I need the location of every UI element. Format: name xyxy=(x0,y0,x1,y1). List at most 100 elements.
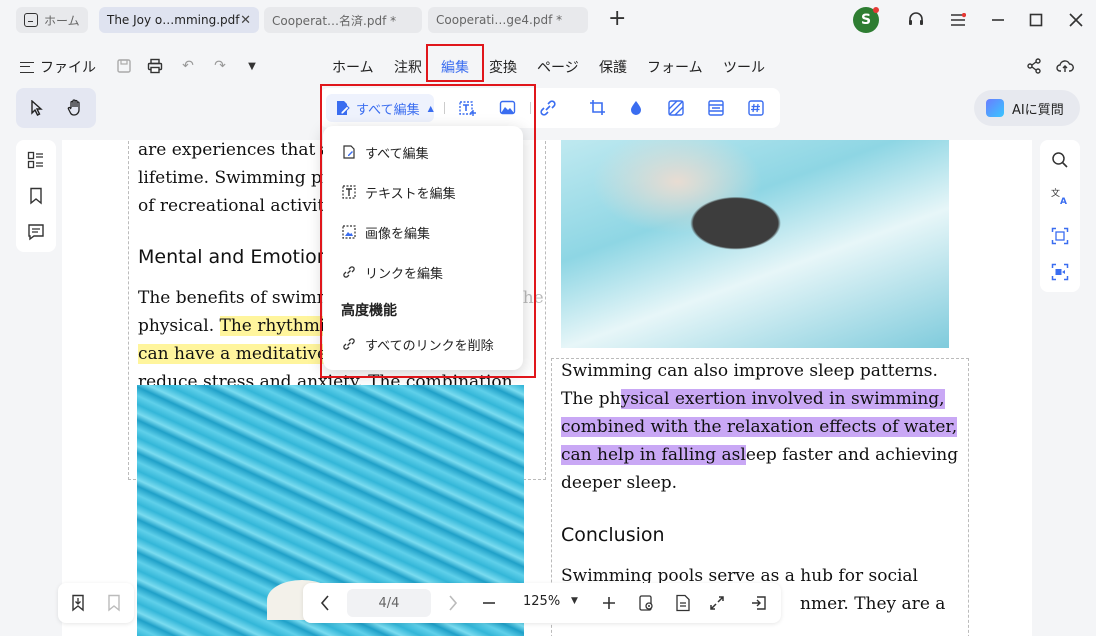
swimmer-image[interactable] xyxy=(561,140,949,348)
bookmark-add-icon[interactable] xyxy=(68,593,88,613)
header-footer-icon[interactable] xyxy=(706,98,726,118)
presentation-icon[interactable] xyxy=(749,593,769,613)
cloud-upload-icon[interactable] xyxy=(1056,57,1074,75)
tab-home[interactable]: ホーム xyxy=(16,7,88,33)
minimize-icon[interactable] xyxy=(986,8,1010,32)
left-para1-line2: lifetime. Swimming pr xyxy=(138,168,331,188)
menu-item-home[interactable]: ホーム xyxy=(332,57,374,77)
left-para2-line2-plain: physical. xyxy=(138,316,220,336)
notification-dot-icon xyxy=(873,7,879,13)
comment-icon[interactable] xyxy=(26,222,46,242)
tab-active-label: The Joy o…mming.pdf xyxy=(107,13,240,27)
menu-item-form[interactable]: フォーム xyxy=(647,57,703,77)
right-heading: Conclusion xyxy=(561,524,665,546)
page-indicator[interactable]: 4/4 xyxy=(347,589,431,617)
right-para2-line2: nmer. They are a xyxy=(800,594,946,614)
bookmark-icon[interactable] xyxy=(26,186,46,206)
close-icon[interactable]: ✕ xyxy=(240,13,251,28)
right-para1-line4-plain: eep faster and achieving xyxy=(745,445,959,465)
translate-icon[interactable]: 文A xyxy=(1050,186,1070,206)
close-window-icon[interactable] xyxy=(1064,8,1088,32)
edit-menu-highlight-box xyxy=(426,44,484,82)
watermark-icon[interactable] xyxy=(626,98,646,118)
dropdown-highlight-box xyxy=(320,84,536,378)
new-tab-plus-icon[interactable]: + xyxy=(608,7,626,31)
select-cursor-icon[interactable] xyxy=(27,98,47,118)
left-para2-line2: physical. The rhythmi xyxy=(138,312,326,340)
ask-ai-label: AIに質問 xyxy=(1012,102,1064,118)
menu-item-convert[interactable]: 変換 xyxy=(489,57,517,77)
right-para1-line1: Swimming can also improve sleep patterns… xyxy=(561,361,938,381)
tab-active-document[interactable]: The Joy o…mming.pdf ✕ xyxy=(99,7,259,33)
bottom-navigation-bar: 4/4 125% ▼ xyxy=(303,583,781,623)
menu-item-protect[interactable]: 保護 xyxy=(599,57,627,77)
left-heading: Mental and Emotion xyxy=(138,246,329,268)
hamburger-menu-icon[interactable] xyxy=(946,8,970,32)
zoom-out-icon[interactable] xyxy=(479,593,499,613)
save-icon[interactable] xyxy=(115,57,133,75)
next-page-icon[interactable] xyxy=(443,593,463,613)
left-para2-line1: The benefits of swimm xyxy=(138,288,333,308)
maximize-icon[interactable] xyxy=(1024,8,1048,32)
ai-sparkle-icon xyxy=(986,99,1004,117)
menu-item-tools[interactable]: ツール xyxy=(723,57,765,77)
right-para1-line4-highlight: can help in falling asl xyxy=(561,445,746,465)
zoom-dropdown-icon[interactable]: ▼ xyxy=(571,596,578,606)
tab-document-3[interactable]: Cooperati…ge4.pdf * xyxy=(428,7,588,33)
share-icon[interactable] xyxy=(1025,57,1043,75)
redo-icon[interactable]: ↷ xyxy=(211,57,229,75)
menu-bar: ファイル ↶ ↷ ▼ ホーム 注釈 編集 変換 ページ 保護 フォーム ツール xyxy=(0,44,1096,88)
tab-document-2[interactable]: Cooperat…名済.pdf * xyxy=(264,7,422,33)
svg-text:文: 文 xyxy=(1051,187,1060,199)
right-para1-line2-highlight: ysical exertion involved in swimming, xyxy=(620,389,945,409)
home-icon xyxy=(24,13,38,27)
add-link-icon[interactable] xyxy=(538,98,558,118)
tab-document-2-label: Cooperat…名済.pdf * xyxy=(272,13,397,28)
bottom-left-toolbar xyxy=(58,583,134,623)
bookmark-export-icon[interactable] xyxy=(104,593,124,613)
quick-access-dropdown-icon[interactable]: ▼ xyxy=(243,57,261,75)
zoom-in-icon[interactable] xyxy=(599,593,619,613)
crop-page-icon[interactable] xyxy=(588,98,608,118)
mode-toggle-group xyxy=(16,88,96,128)
right-para1-line5: deeper sleep. xyxy=(561,473,678,493)
right-para1-line2: The physical exertion involved in swimmi… xyxy=(561,385,945,413)
zoom-level[interactable]: 125% xyxy=(523,594,560,609)
tab-home-label: ホーム xyxy=(44,13,80,28)
left-para2-line3-highlight: can have a meditative xyxy=(138,344,328,364)
left-para1-line3: of recreational activiti xyxy=(138,196,330,216)
right-para1-line3-highlight: combined with the relaxation effects of … xyxy=(561,417,958,437)
hand-tool-icon[interactable] xyxy=(65,98,85,118)
left-para1-line1: are experiences that a xyxy=(138,140,331,160)
read-mode-icon[interactable] xyxy=(637,593,657,613)
previous-page-icon[interactable] xyxy=(315,593,335,613)
fit-screen-icon[interactable] xyxy=(707,593,727,613)
left-para2-line2-highlight: The rhythmi xyxy=(219,316,326,336)
screen-record-icon[interactable] xyxy=(1050,262,1070,282)
file-menu-button[interactable]: ファイル xyxy=(20,57,96,77)
right-para1-line3: combined with the relaxation effects of … xyxy=(561,413,958,441)
print-icon[interactable] xyxy=(146,57,164,75)
right-para1-line4: can help in falling asleep faster and ac… xyxy=(561,441,958,469)
headset-icon[interactable] xyxy=(904,8,928,32)
file-menu-label: ファイル xyxy=(40,60,96,76)
thumbnails-icon[interactable] xyxy=(26,150,46,170)
tab-document-3-label: Cooperati…ge4.pdf * xyxy=(436,13,563,27)
menu-item-page[interactable]: ページ xyxy=(537,57,579,77)
title-bar: ホーム The Joy o…mming.pdf ✕ Cooperat…名済.pd… xyxy=(0,0,1096,40)
search-icon[interactable] xyxy=(1050,150,1070,170)
svg-text:A: A xyxy=(1060,197,1067,206)
document-page: are experiences that a lifetime. Swimmin… xyxy=(62,140,1032,636)
right-sidebar: 文A xyxy=(1040,140,1080,292)
ask-ai-button[interactable]: AIに質問 xyxy=(974,90,1080,126)
background-icon[interactable] xyxy=(666,98,686,118)
menu-item-annotate[interactable]: 注釈 xyxy=(394,57,422,77)
left-para2-line3: can have a meditative xyxy=(138,340,328,368)
page-layout-icon[interactable] xyxy=(673,593,693,613)
screenshot-icon[interactable] xyxy=(1050,226,1070,246)
undo-icon[interactable]: ↶ xyxy=(179,57,197,75)
bates-number-icon[interactable] xyxy=(746,98,766,118)
left-sidebar xyxy=(16,140,56,252)
right-para1-line2-plain: The ph xyxy=(561,389,621,409)
file-menu-icon xyxy=(20,61,34,73)
